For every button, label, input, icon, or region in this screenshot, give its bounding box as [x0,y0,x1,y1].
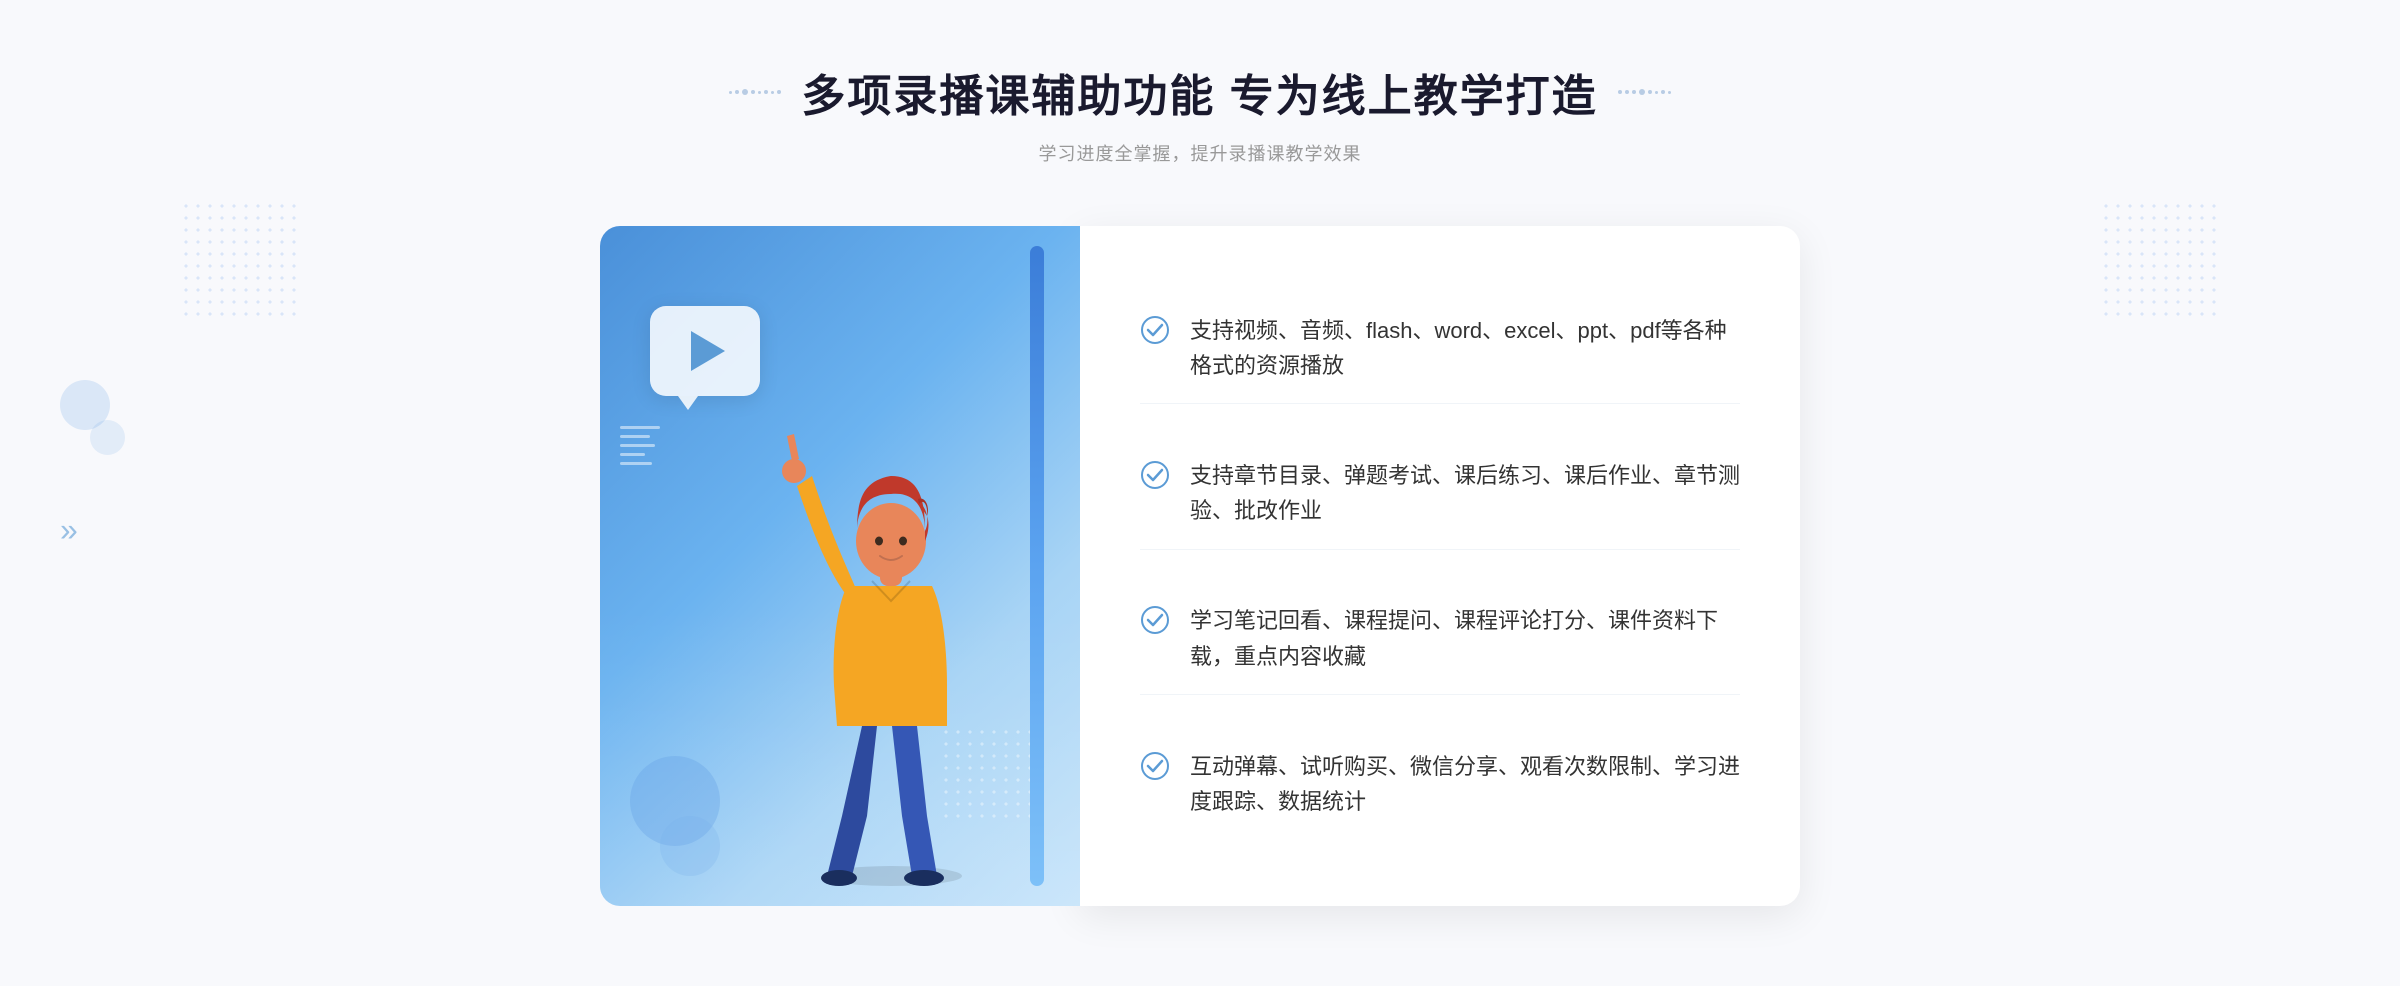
title-left-decoration [729,89,781,95]
feature-item-1: 支持视频、音频、flash、word、excel、ppt、pdf等各种格式的资源… [1140,293,1740,404]
feature-text-4: 互动弹幕、试听购买、微信分享、观看次数限制、学习进度跟踪、数据统计 [1190,749,1740,819]
bg-dots-right [2100,200,2220,320]
line-5 [620,462,652,465]
page-arrow-left-decoration: » [60,512,78,549]
main-title: 多项录播课辅助功能 专为线上教学打造 [801,60,1597,124]
dot-r1 [1618,90,1622,94]
dot-8 [777,90,781,94]
left-dots [729,89,781,95]
dot-r8 [1668,91,1671,94]
person-svg [762,386,1022,886]
check-icon-3 [1140,605,1170,635]
play-icon [691,331,725,371]
line-3 [620,444,655,447]
dot-r4 [1639,89,1645,95]
check-icon-4 [1140,751,1170,781]
feature-text-3: 学习笔记回看、课程提问、课程评论打分、课件资料下载，重点内容收藏 [1190,603,1740,673]
dot-r3 [1632,90,1636,94]
dot-r5 [1648,90,1652,94]
title-row: 多项录播课辅助功能 专为线上教学打造 [729,60,1670,124]
deco-circle-2 [660,816,720,876]
deco-shape-blue-2 [90,420,125,455]
feature-text-2: 支持章节目录、弹题考试、课后练习、课后作业、章节测验、批改作业 [1190,458,1740,528]
feature-item-4: 互动弹幕、试听购买、微信分享、观看次数限制、学习进度跟踪、数据统计 [1140,729,1740,839]
right-dots [1618,89,1671,95]
check-icon-1 [1140,315,1170,345]
check-icon-2 [1140,460,1170,490]
dot-7 [771,91,774,94]
lines-decoration [620,426,660,465]
title-right-decoration [1618,89,1671,95]
dot-r6 [1655,91,1658,94]
feature-item-3: 学习笔记回看、课程提问、课程评论打分、课件资料下载，重点内容收藏 [1140,583,1740,694]
main-content: 支持视频、音频、flash、word、excel、ppt、pdf等各种格式的资源… [600,226,1800,906]
line-2 [620,435,650,438]
dot-5 [758,91,761,94]
dot-3 [742,89,748,95]
feature-text-1: 支持视频、音频、flash、word、excel、ppt、pdf等各种格式的资源… [1190,313,1740,383]
dot-4 [751,90,755,94]
bg-dots-left [180,200,300,320]
dot-r7 [1661,90,1665,94]
person-figure [762,386,1022,886]
header-section: 多项录播课辅助功能 专为线上教学打造 学习进度全掌握，提升录播课教学效果 [729,60,1670,166]
feature-item-2: 支持章节目录、弹题考试、课后练习、课后作业、章节测验、批改作业 [1140,438,1740,549]
accent-bar [1030,246,1044,886]
dot-1 [729,91,732,94]
dot-2 [735,90,739,94]
subtitle: 学习进度全掌握，提升录播课教学效果 [729,140,1670,166]
features-panel: 支持视频、音频、flash、word、excel、ppt、pdf等各种格式的资源… [1080,226,1800,906]
dot-r2 [1625,90,1629,94]
dot-6 [764,90,768,94]
line-4 [620,453,645,456]
line-1 [620,426,660,429]
play-bubble [650,306,760,396]
illustration-panel [600,226,1080,906]
